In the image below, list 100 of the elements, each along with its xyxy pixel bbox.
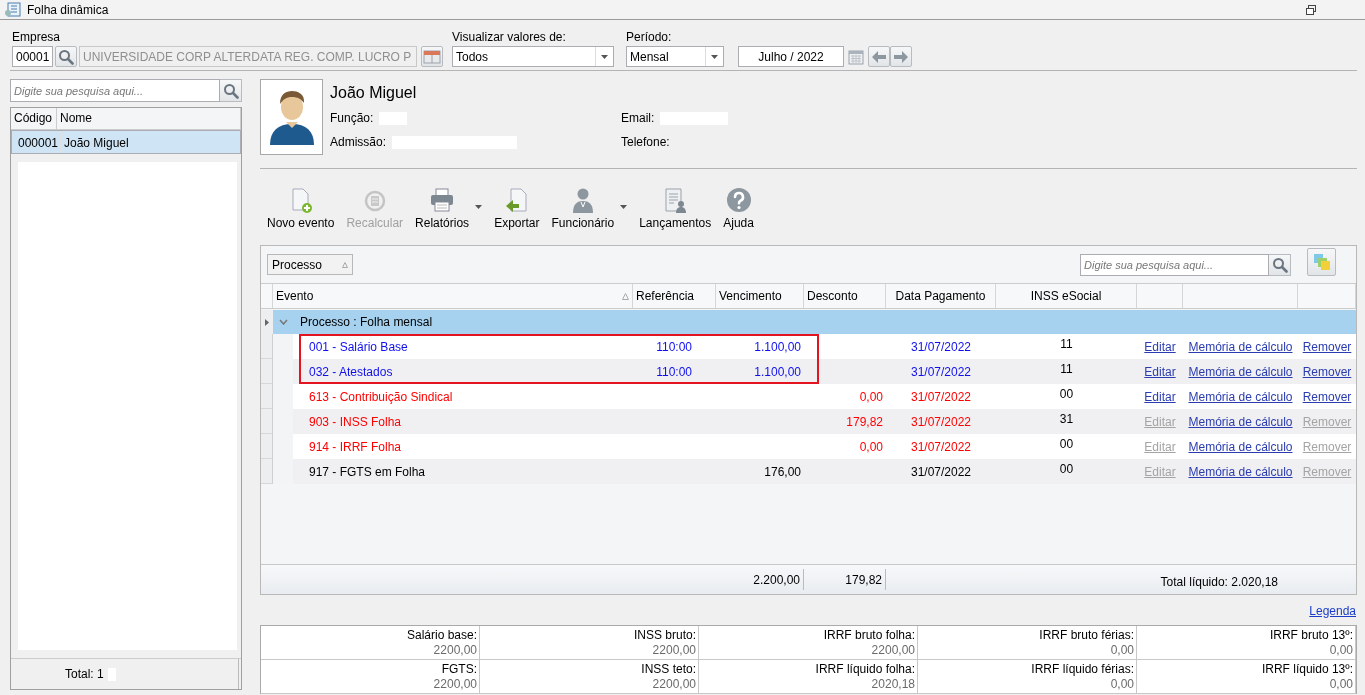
summary-label: INSS teto: <box>641 662 696 677</box>
search-icon <box>58 48 74 65</box>
summary-value: 0,00 <box>1110 643 1134 658</box>
summary-label: FGTS: <box>441 662 477 677</box>
table-cell-text: 1.100,00 <box>753 363 802 381</box>
toolbar-button[interactable]: Relatórios <box>413 185 472 231</box>
group-by-chip[interactable]: Processo <box>267 254 353 275</box>
action-link[interactable]: Memória de cálculo <box>1188 414 1293 429</box>
table-cell-text: 110:00 <box>655 363 693 381</box>
sort-icon <box>622 292 629 300</box>
action-link[interactable]: Editar <box>1144 389 1176 404</box>
search-button[interactable] <box>1269 253 1291 276</box>
column-header: INSS eSocial <box>996 284 1137 308</box>
search-button[interactable] <box>220 79 242 102</box>
summary-value: 2020,18 <box>871 677 915 692</box>
action-link[interactable]: Editar <box>1144 339 1176 354</box>
restore-icon <box>1305 3 1317 16</box>
table-cell-text: 00 <box>1058 386 1075 403</box>
action-link[interactable]: Memória de cálculo <box>1188 439 1293 454</box>
action-link[interactable]: Remover <box>1302 364 1352 379</box>
action-link[interactable]: Memória de cálculo <box>1188 339 1293 354</box>
summary-value: 2200,00 <box>433 677 477 692</box>
arrow-left-icon <box>871 49 887 64</box>
column-header: Evento <box>276 289 314 303</box>
toolbar-button[interactable]: Exportar <box>492 185 542 231</box>
summary-value: 0,00 <box>1110 677 1134 692</box>
group-label: Processo : Folha mensal <box>300 315 433 329</box>
action-link[interactable]: Remover <box>1302 389 1352 404</box>
table-cell-text: 00 <box>1058 436 1075 453</box>
table-icon <box>423 49 441 64</box>
toolbar-button[interactable]: Novo evento <box>265 185 337 231</box>
action-link[interactable]: Editar <box>1144 364 1176 379</box>
toolbar-button[interactable]: Ajuda <box>721 185 756 231</box>
search-field[interactable]: Digite sua pesquisa aqui... <box>10 79 220 102</box>
squares-icon <box>1312 252 1331 271</box>
window-title: Folha dinâmica <box>27 2 110 17</box>
table-cell: 000001 <box>15 131 61 153</box>
search-field[interactable]: Digite sua pesquisa aqui... <box>1080 253 1269 276</box>
action-link[interactable]: Memória de cálculo <box>1188 389 1293 404</box>
table-cell-text: 176,00 <box>763 463 802 481</box>
toolbar-button[interactable]: Funcionário <box>549 185 617 231</box>
column-header: Desconto <box>804 284 886 308</box>
row-pointer-icon <box>265 318 269 326</box>
caret-icon <box>620 205 628 209</box>
action-link[interactable]: Memória de cálculo <box>1188 464 1293 479</box>
dropdown[interactable]: Todos <box>452 46 614 67</box>
sort-icon <box>342 261 348 268</box>
summary-label: IRRF bruto férias: <box>1039 628 1134 643</box>
table-cell-text: 179,82 <box>845 413 884 431</box>
total-label: Total: 1 <box>65 667 104 681</box>
code-field[interactable]: 00001 <box>12 46 53 67</box>
table-cell-text: 0,00 <box>858 438 884 456</box>
restore-button[interactable] <box>1305 3 1317 16</box>
table-cell-text: 31/07/2022 <box>909 413 973 431</box>
action-link[interactable]: Memória de cálculo <box>1188 364 1293 379</box>
column-header: Vencimento <box>716 284 804 308</box>
table-cell-text: 11 <box>1059 361 1074 378</box>
next-button[interactable] <box>890 46 912 67</box>
summary-label: IRRF líquido folha: <box>815 662 915 677</box>
field-label: Admissão: <box>330 135 387 149</box>
field-label: Email: <box>621 111 655 125</box>
summary-value: 2200,00 <box>871 643 915 658</box>
table-button[interactable] <box>421 46 443 67</box>
table-cell-text: 11 <box>1059 336 1074 353</box>
net-total: Total líquido: 2.020,18 <box>1160 575 1278 589</box>
summary-value: 0,00 <box>1329 643 1353 658</box>
field-label: Empresa <box>12 30 62 44</box>
summary-value: 2200,00 <box>652 677 696 692</box>
summary-label: IRRF bruto 13º: <box>1269 628 1353 643</box>
search-button[interactable] <box>55 46 77 67</box>
table-cell-text: 110:00 <box>655 338 693 356</box>
previous-button[interactable] <box>868 46 890 67</box>
help-icon <box>724 186 753 214</box>
calendar-icon <box>848 48 864 65</box>
action-link[interactable]: Remover <box>1302 339 1352 354</box>
summary-value: 2200,00 <box>433 643 477 658</box>
summary-label: INSS bruto: <box>633 628 696 643</box>
table-cell-text: 31/07/2022 <box>909 363 973 381</box>
table-cell-text: 31/07/2022 <box>909 463 973 481</box>
table-cell: João Miguel <box>61 131 240 153</box>
dropdown[interactable]: Mensal <box>626 46 724 67</box>
summary-label: IRRF líquido 13º: <box>1261 662 1353 677</box>
field-label: Função: <box>330 111 374 125</box>
total-value: 179,82 <box>845 572 882 587</box>
search-icon <box>222 82 239 99</box>
column-header: Nome <box>57 108 241 129</box>
caret-icon <box>711 54 718 59</box>
list-row[interactable]: 000001 João Miguel <box>11 130 241 154</box>
color-squares-button[interactable] <box>1307 247 1336 276</box>
period-field[interactable]: Julho / 2022 <box>738 46 844 67</box>
table-cell-text: 00 <box>1058 461 1075 478</box>
field-label: Telefone: <box>621 135 670 149</box>
column-header: Referência <box>633 284 716 308</box>
employee-name: João Miguel <box>330 83 418 103</box>
legend-link[interactable]: Legenda <box>1309 603 1356 618</box>
table-cell-text: 31/07/2022 <box>909 438 973 456</box>
arrow-right-icon <box>893 49 909 64</box>
toolbar-button[interactable]: Lançamentos <box>637 185 714 231</box>
table-cell-text: 1.100,00 <box>753 338 802 356</box>
table-cell-text: 31 <box>1058 411 1075 428</box>
